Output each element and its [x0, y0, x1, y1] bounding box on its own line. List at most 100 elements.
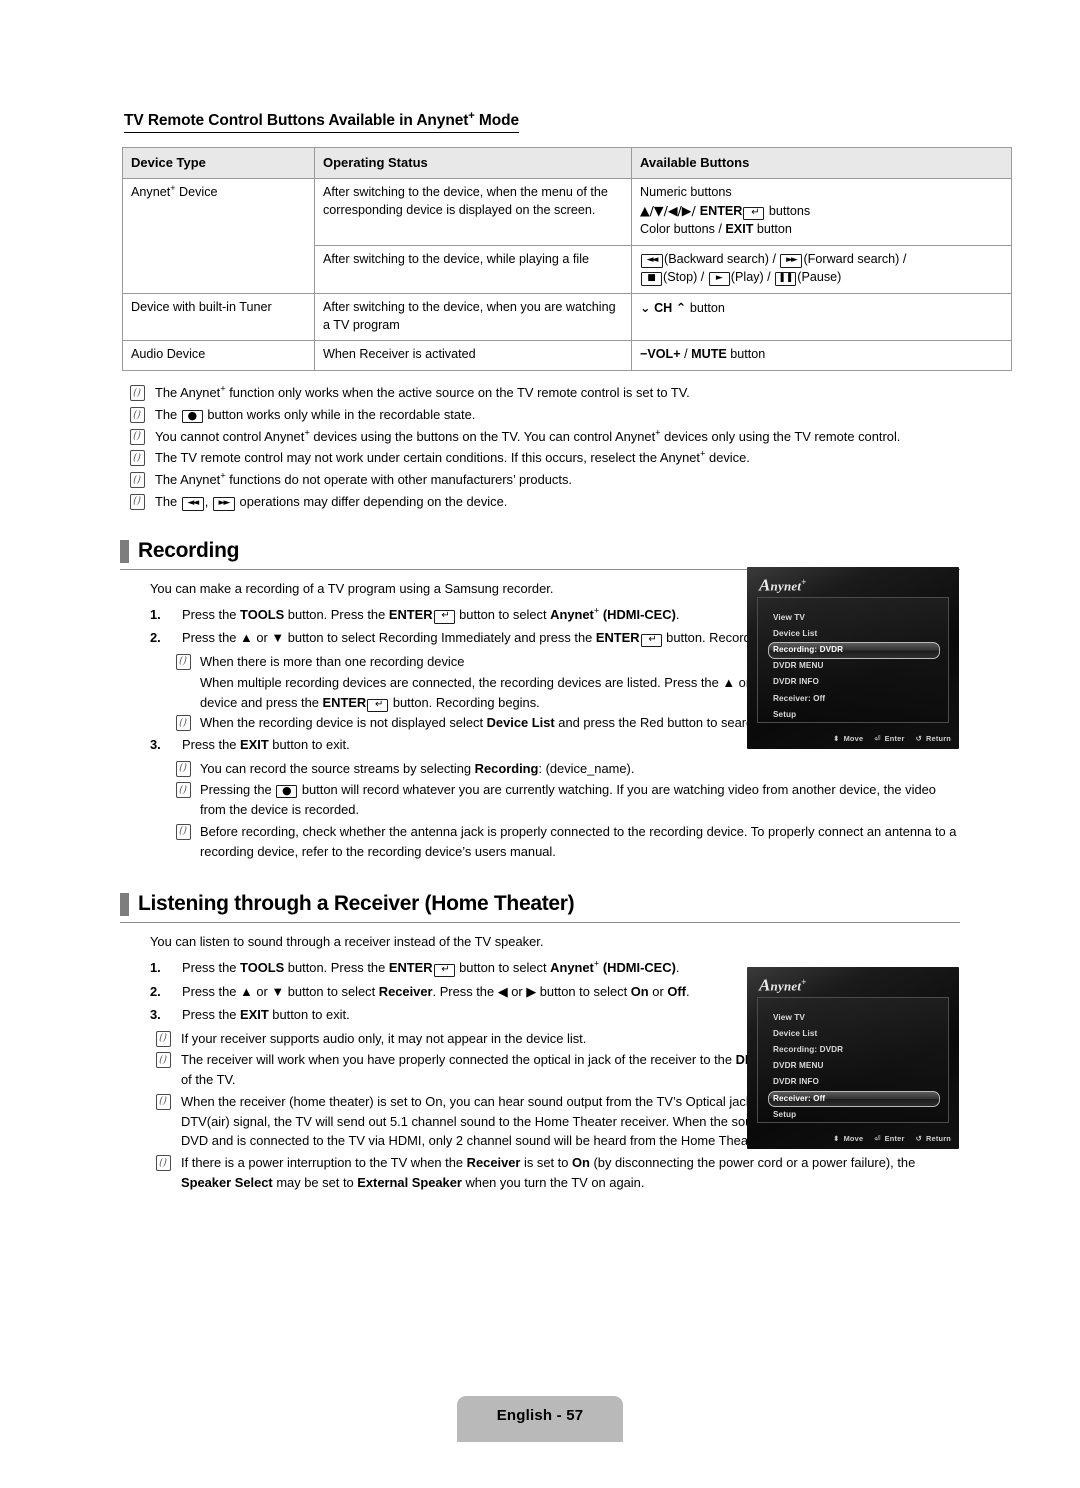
text-run: device. — [705, 450, 750, 466]
text-run: devices using the buttons on the TV. You… — [309, 428, 656, 444]
backward-search-icon: ◄◄ — [641, 254, 663, 268]
note-item: The TV remote control may not work under… — [120, 448, 960, 468]
text-run: The TV remote control may not work under… — [155, 450, 701, 466]
text-run: Device List — [486, 715, 555, 731]
text-run: ENTER — [388, 960, 433, 976]
text-run: : (device_name). — [538, 760, 635, 776]
device-type-label-post: Device — [175, 185, 218, 200]
text-run: . — [675, 606, 680, 622]
text-run: . Press the ◀ or ▶ button to select — [432, 983, 631, 999]
table-row: Device with built-in Tuner After switchi… — [122, 292, 1012, 342]
text-run: Press the — [182, 1007, 241, 1023]
tv-menu-item[interactable]: Receiver: Off — [768, 1091, 940, 1108]
text-run: ENTER — [388, 606, 433, 622]
forward-search-icon: ►► — [212, 497, 235, 511]
tv-menu-item[interactable]: View TV — [768, 610, 940, 626]
tv-footer-label: Enter — [884, 1134, 905, 1143]
tv-menu-item[interactable]: Device List — [768, 1026, 940, 1042]
cell-buttons-playback: ◄◄ (Backward search) / ►► (Forward search)… — [631, 244, 1012, 294]
page-title: TV Remote Control Buttons Available in A… — [124, 110, 519, 133]
anynet-logo-text: nynet — [770, 978, 802, 994]
enter-key-icon: ↵ — [433, 963, 455, 978]
enter-key-icon: ↵ — [743, 206, 765, 221]
note-item: You cannot control Anynet+ devices using… — [120, 427, 960, 447]
text-run: functions do not operate with other manu… — [225, 472, 572, 488]
text-run: Press the ▲ or ▼ button to select — [182, 983, 379, 999]
page-title-text-post: Mode — [474, 112, 519, 129]
page-number-badge: English - 57 — [457, 1396, 623, 1442]
text-run: The — [155, 493, 181, 509]
text-run: You cannot control Anynet — [155, 428, 305, 444]
tv-menu-item[interactable]: DVDR INFO — [768, 675, 940, 691]
note-item: Before recording, check whether the ante… — [168, 822, 960, 861]
section-heading-recording: Recording — [120, 538, 960, 570]
text-run: function only works when the active sour… — [225, 385, 690, 401]
table-header: Device Type Operating Status Available B… — [122, 146, 1012, 180]
tv-menu-item[interactable]: Recording: DVDR — [768, 1042, 940, 1058]
note-item: The ◄◄, ►► operations may differ dependi… — [120, 492, 960, 512]
table-body: Anynet+ Device After switching to the de… — [122, 178, 1012, 372]
text-run: is set to — [520, 1155, 573, 1171]
tv-menu-item[interactable]: View TV — [768, 1010, 940, 1026]
text-run: button works only while in the recordabl… — [203, 407, 476, 422]
tv-footer-entry: ↺ Return — [916, 734, 951, 743]
text-run: (HDMI-CEC) — [599, 606, 676, 622]
text-run: button to exit. — [268, 1007, 350, 1023]
record-key-icon: ● — [181, 409, 203, 423]
note-icon — [176, 823, 191, 840]
cell-device-type-audio: Audio Device — [122, 340, 315, 372]
text-run: TOOLS — [240, 960, 285, 976]
chevron-down-icon: ⌄ — [640, 299, 651, 315]
text-run: On — [572, 1155, 590, 1171]
buttons-exit-label: EXIT — [725, 222, 754, 237]
play-icon: ► — [708, 272, 730, 286]
return-icon: ↺ — [915, 734, 922, 743]
tv-footer-entry: ↺ Return — [916, 1134, 951, 1143]
note-item: You can record the source streams by sel… — [168, 759, 960, 779]
text-run: Press the ▲ or ▼ button to select Record… — [182, 630, 596, 646]
ch-label: CH — [654, 300, 673, 315]
step-number: 1. — [150, 960, 161, 976]
tv-menu-item[interactable]: Setup — [768, 1107, 940, 1123]
tv-menu-footer: ⬍ Move ⏎ Enter ↺ Return — [822, 734, 951, 743]
tv-menu-item[interactable]: Device List — [768, 626, 940, 642]
cell-buttons-volume: −VOL+ / MUTE button — [631, 340, 1012, 372]
text-run: When the recording device is not display… — [200, 715, 487, 731]
tv-footer-entry: ⏎ Enter — [874, 734, 904, 743]
anynet-logo-plus: + — [801, 977, 807, 987]
buttons-enter-tail: buttons — [765, 204, 811, 219]
anynet-logo-initial: A — [759, 975, 771, 995]
tv-menu-item[interactable]: Recording: DVDR — [768, 642, 940, 659]
note-icon — [156, 1093, 171, 1110]
tv-footer-label: Return — [925, 1134, 951, 1143]
step-number: 2. — [150, 630, 161, 646]
enter-key-icon: ↵ — [640, 633, 662, 648]
note-icon — [130, 493, 145, 510]
move-icon: ⬍ — [833, 1134, 840, 1143]
enter-icon: ⏎ — [874, 1134, 881, 1143]
tv-menu-item[interactable]: DVDR INFO — [768, 1075, 940, 1091]
buttons-enter-label: ENTER — [699, 204, 743, 219]
note-icon — [156, 1030, 171, 1047]
section-heading-receiver: Listening through a Receiver (Home Theat… — [120, 891, 960, 924]
text-run: button to exit. — [268, 737, 350, 753]
device-type-label: Anynet — [131, 185, 171, 200]
cell-status-menu-displayed: After switching to the device, when the … — [314, 178, 632, 246]
play-label: (Play) / — [730, 269, 775, 284]
anynet-logo-initial: A — [759, 575, 771, 595]
text-run: If there is a power interruption to the … — [181, 1155, 467, 1171]
mute-label: MUTE — [691, 347, 727, 362]
table-row: Audio Device When Receiver is activated … — [122, 340, 1012, 372]
text-run: button to select — [455, 606, 551, 622]
tv-menu-item[interactable]: DVDR MENU — [768, 1059, 940, 1075]
text-run: operations may differ depending on the d… — [235, 493, 508, 509]
enter-key-icon: ↵ — [433, 610, 455, 624]
note-item: Pressing the ● button will record whatev… — [168, 780, 960, 819]
note-icon — [176, 653, 191, 670]
anynet-logo-plus: + — [801, 577, 807, 587]
tv-menu-item[interactable]: Setup — [768, 707, 940, 723]
tv-menu-item[interactable]: Receiver: Off — [768, 691, 940, 707]
table-header-row: Device Type Operating Status Available B… — [122, 146, 1012, 180]
note-icon — [176, 760, 191, 777]
tv-menu-item[interactable]: DVDR MENU — [768, 659, 940, 675]
